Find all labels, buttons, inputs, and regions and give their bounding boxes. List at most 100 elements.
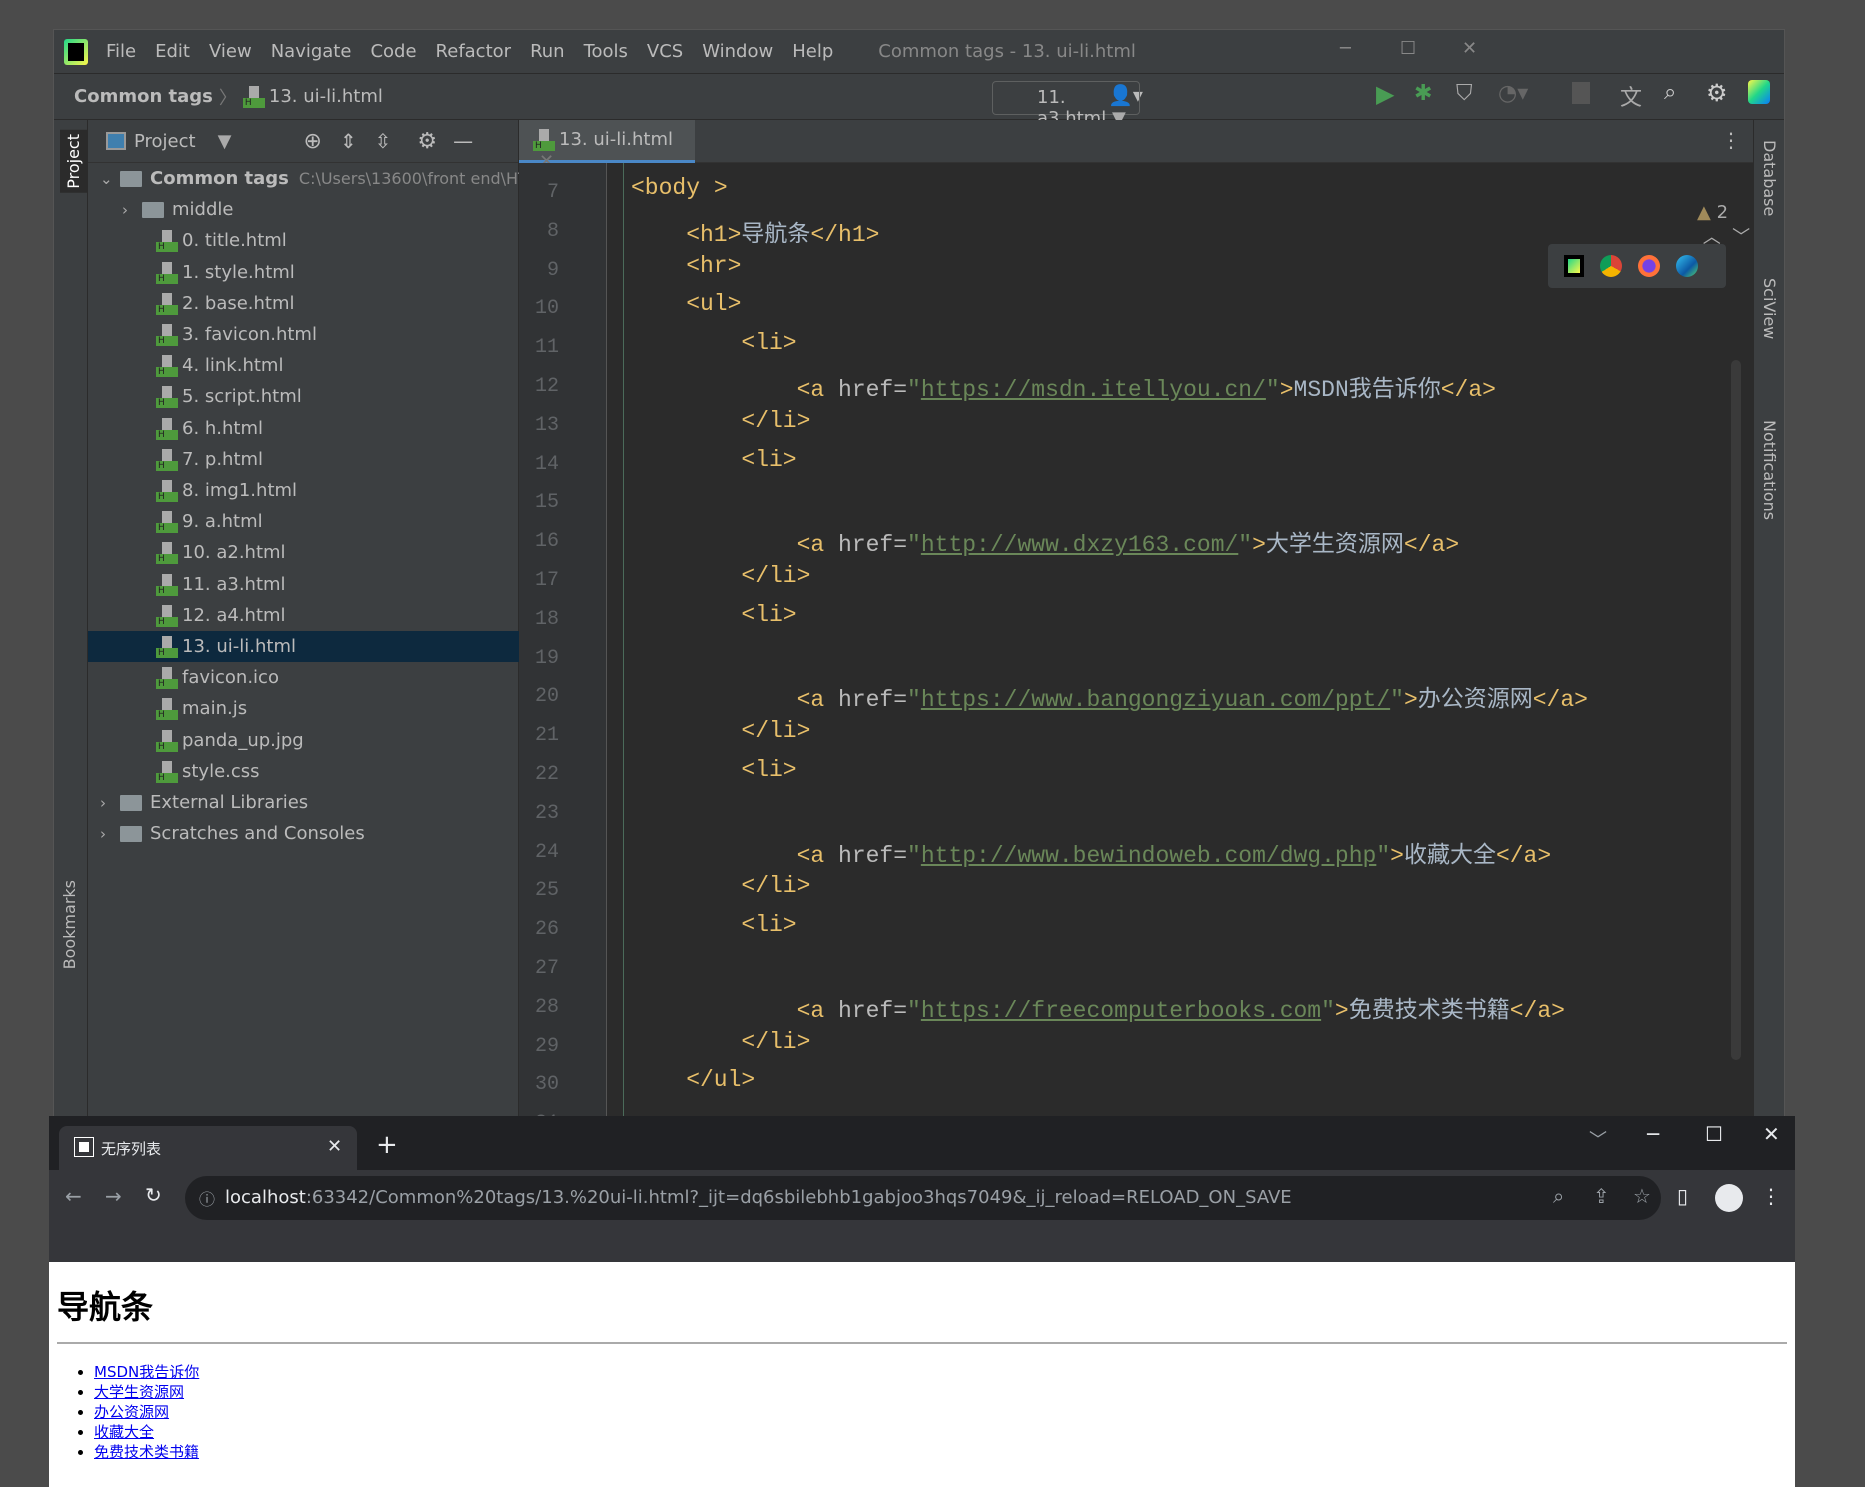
breadcrumb-project[interactable]: Common tags [74, 86, 213, 107]
tree-file[interactable]: panda_up.jpg [88, 725, 519, 756]
debug-icon[interactable]: ✱ [1414, 81, 1432, 106]
tree-file[interactable]: 13. ui-li.html [88, 631, 519, 662]
menu-navigate[interactable]: Navigate [271, 41, 352, 62]
nav-link[interactable]: 收藏大全 [94, 1423, 154, 1441]
code-tag: > [1279, 377, 1294, 403]
tab-13-ui-li[interactable]: 13. ui-li.html ✕ [519, 120, 695, 172]
side-panel-icon[interactable]: ▯ [1677, 1184, 1688, 1208]
address-bar[interactable]: ⓘ localhost:63342/Common%20tags/13.%20ui… [185, 1176, 1661, 1220]
menu-run[interactable]: Run [530, 41, 565, 62]
zoom-icon[interactable]: ⌕ [1553, 1184, 1564, 1208]
tree-external-libraries[interactable]: › External Libraries [88, 787, 519, 818]
stop-icon[interactable] [1572, 82, 1590, 104]
tab-close-icon[interactable]: ✕ [327, 1136, 342, 1157]
menu-tools[interactable]: Tools [584, 41, 628, 62]
database-tool-button[interactable]: Database [1760, 140, 1779, 216]
tree-file[interactable]: 10. a2.html [88, 537, 519, 568]
chevron-right-icon[interactable]: › [122, 195, 142, 226]
tree-file[interactable]: 7. p.html [88, 444, 519, 475]
tree-file[interactable]: 8. img1.html [88, 475, 519, 506]
collapse-all-icon[interactable]: ⇳ [375, 129, 392, 153]
plugin-logo-icon[interactable] [1748, 80, 1770, 104]
minimize-icon[interactable]: ─ [1647, 1122, 1659, 1146]
hide-panel-icon[interactable]: — [453, 129, 473, 153]
chrome-icon[interactable] [1600, 255, 1622, 277]
minimize-icon[interactable]: ─ [1340, 38, 1351, 59]
tree-file[interactable]: 3. favicon.html [88, 319, 519, 350]
gear-icon[interactable]: ⚙ [1706, 79, 1728, 107]
browser-menu-icon[interactable]: ⋮ [1761, 1184, 1781, 1208]
tree-file[interactable]: 0. title.html [88, 225, 519, 256]
menu-help[interactable]: Help [792, 41, 833, 62]
chevron-right-icon[interactable]: › [100, 788, 120, 819]
run-icon[interactable]: ▶ [1376, 80, 1394, 108]
menu-window[interactable]: Window [702, 41, 773, 62]
new-tab-icon[interactable]: + [376, 1130, 398, 1160]
forward-icon[interactable]: → [105, 1184, 122, 1208]
tree-item-label: Common tags [150, 168, 289, 189]
code-tag: <a [796, 687, 839, 714]
tree-file[interactable]: main.js [88, 693, 519, 724]
menu-refactor[interactable]: Refactor [436, 41, 512, 62]
profile-icon[interactable]: ◔▾ [1498, 81, 1528, 106]
tree-file[interactable]: 11. a3.html [88, 569, 519, 600]
tree-scratches[interactable]: › Scratches and Consoles [88, 818, 519, 849]
share-icon[interactable]: ⇪ [1593, 1184, 1610, 1208]
bookmark-star-icon[interactable]: ☆ [1633, 1184, 1651, 1208]
close-icon[interactable]: ✕ [1763, 1122, 1780, 1146]
nav-link[interactable]: 免费技术类书籍 [94, 1443, 199, 1461]
menu-file[interactable]: File [106, 41, 136, 62]
tree-file[interactable]: 4. link.html [88, 350, 519, 381]
editor-scrollbar[interactable] [1731, 360, 1741, 1060]
nav-link[interactable]: 办公资源网 [94, 1403, 169, 1421]
search-icon[interactable]: ⌕ [1664, 80, 1676, 105]
tree-file[interactable]: 2. base.html [88, 288, 519, 319]
tree-file[interactable]: style.css [88, 756, 519, 787]
tree-file[interactable]: 1. style.html [88, 257, 519, 288]
locate-icon[interactable]: ⊕ [303, 129, 321, 154]
chevron-down-icon[interactable]: ⌄ [100, 164, 120, 195]
expand-all-icon[interactable]: ⇕ [340, 129, 357, 153]
tree-file[interactable]: favicon.ico [88, 662, 519, 693]
coverage-icon[interactable]: ⛉ [1456, 81, 1473, 106]
run-config-select[interactable]: 11. a3.html ▼ [992, 81, 1140, 129]
tree-file[interactable]: 5. script.html [88, 381, 519, 412]
profile-avatar[interactable] [1715, 1184, 1743, 1212]
pycharm-browser-icon[interactable] [1564, 255, 1584, 277]
menu-view[interactable]: View [209, 41, 252, 62]
sciview-tool-button[interactable]: SciView [1760, 278, 1779, 339]
chevron-right-icon[interactable]: › [100, 819, 120, 850]
project-tool-button[interactable]: Project [60, 130, 87, 193]
edge-icon[interactable] [1676, 255, 1698, 277]
maximize-icon[interactable]: ☐ [1400, 38, 1416, 59]
close-icon[interactable]: ✕ [1462, 38, 1477, 59]
firefox-icon[interactable] [1638, 255, 1660, 277]
more-icon[interactable]: ⋮ [1721, 128, 1741, 152]
reload-icon[interactable]: ↻ [145, 1183, 162, 1207]
translate-icon[interactable]: 文 [1620, 80, 1642, 112]
settings-icon[interactable]: ⚙ [417, 129, 437, 154]
menu-vcs[interactable]: VCS [647, 41, 683, 62]
chevron-down-icon[interactable]: ▼ [218, 131, 232, 152]
browser-tab[interactable]: 无序列表 ✕ [59, 1126, 357, 1170]
notifications-tool-button[interactable]: Notifications [1760, 420, 1779, 520]
tree-file[interactable]: 6. h.html [88, 413, 519, 444]
nav-link[interactable]: MSDN我告诉你 [94, 1363, 199, 1381]
code-tag: </li> [741, 718, 811, 745]
back-icon[interactable]: ← [65, 1184, 82, 1208]
code-tag: </a> [1495, 842, 1552, 869]
warnings-indicator[interactable]: ▲ 2 ︿ ﹀ [1697, 202, 1753, 249]
menu-code[interactable]: Code [370, 41, 416, 62]
tree-root[interactable]: ⌄ Common tags C:\Users\13600\front end\HT [88, 163, 528, 195]
tree-file[interactable]: 12. a4.html [88, 600, 519, 631]
tab-search-icon[interactable]: ﹀ [1589, 1126, 1607, 1152]
maximize-icon[interactable]: ☐ [1705, 1122, 1723, 1146]
bookmarks-tool-button[interactable]: Bookmarks [60, 880, 79, 969]
fold-line [623, 163, 624, 1118]
breadcrumb-file[interactable]: 13. ui-li.html [269, 86, 383, 107]
tree-folder-middle[interactable]: › middle [88, 194, 519, 225]
nav-link[interactable]: 大学生资源网 [94, 1383, 184, 1401]
menu-edit[interactable]: Edit [155, 41, 190, 62]
tree-file[interactable]: 9. a.html [88, 506, 519, 537]
project-view-select[interactable]: Project [134, 131, 196, 152]
